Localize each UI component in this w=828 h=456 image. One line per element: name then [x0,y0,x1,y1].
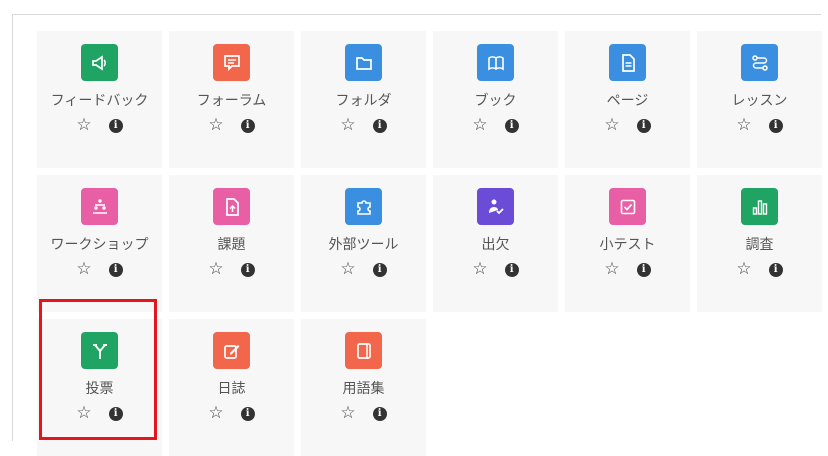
activity-label: 用語集 [342,381,385,397]
star-icon[interactable]: ☆ [76,117,91,134]
info-icon[interactable]: i [636,118,651,133]
assignment-icon [213,188,250,225]
activity-label: 小テスト [599,237,656,253]
puzzle-icon [345,188,382,225]
quiz-icon [609,188,646,225]
activity-label: 投票 [85,381,114,397]
activity-label: ブック [474,93,517,109]
info-icon[interactable]: i [768,262,783,277]
workshop-icon [81,188,118,225]
activity-tile-book[interactable]: ブック ☆ i [433,31,558,168]
activity-tile-forum[interactable]: フォーラム ☆ i [169,31,294,168]
activity-tile-quiz[interactable]: 小テスト ☆ i [565,175,690,312]
star-icon[interactable]: ☆ [76,405,91,422]
info-icon[interactable]: i [240,406,255,421]
activity-label: 日誌 [217,381,246,397]
activity-label: 外部ツール [328,237,399,253]
info-icon[interactable]: i [768,118,783,133]
activity-tile-folder[interactable]: フォルダ ☆ i [301,31,426,168]
activity-tile-assignment[interactable]: 課題 ☆ i [169,175,294,312]
info-icon[interactable]: i [504,118,519,133]
folder-icon [345,44,382,81]
star-icon[interactable]: ☆ [208,261,223,278]
activity-label: ページ [606,93,649,109]
star-icon[interactable]: ☆ [208,405,223,422]
info-icon[interactable]: i [108,118,123,133]
activity-grid: フィードバック ☆ i フォーラム ☆ i フォルダ ☆ i ブック ☆ i ペ… [37,31,822,456]
star-icon[interactable]: ☆ [340,117,355,134]
star-icon[interactable]: ☆ [736,261,751,278]
activity-tile-choice[interactable]: 投票 ☆ i [37,319,162,456]
star-icon[interactable]: ☆ [604,261,619,278]
star-icon[interactable]: ☆ [472,117,487,134]
journal-icon [213,332,250,369]
activity-tile-feedback[interactable]: フィードバック ☆ i [37,31,162,168]
info-icon[interactable]: i [240,262,255,277]
choice-icon [81,332,118,369]
megaphone-icon [81,44,118,81]
activity-tile-journal[interactable]: 日誌 ☆ i [169,319,294,456]
forum-icon [213,44,250,81]
activity-label: フィードバック [50,93,149,109]
star-icon[interactable]: ☆ [76,261,91,278]
activity-chooser-panel: フィードバック ☆ i フォーラム ☆ i フォルダ ☆ i ブック ☆ i ペ… [12,14,822,456]
star-icon[interactable]: ☆ [472,261,487,278]
info-icon[interactable]: i [372,262,387,277]
activity-label: 調査 [745,237,774,253]
star-icon[interactable]: ☆ [208,117,223,134]
activity-label: 課題 [217,237,246,253]
info-icon[interactable]: i [372,118,387,133]
info-icon[interactable]: i [108,406,123,421]
activity-label: レッスン [731,93,788,109]
info-icon[interactable]: i [504,262,519,277]
info-icon[interactable]: i [240,118,255,133]
page-icon [609,44,646,81]
info-icon[interactable]: i [108,262,123,277]
star-icon[interactable]: ☆ [340,261,355,278]
activity-label: 出欠 [481,237,510,253]
activity-tile-page[interactable]: ページ ☆ i [565,31,690,168]
activity-label: ワークショップ [50,237,149,253]
lesson-icon [741,44,778,81]
info-icon[interactable]: i [372,406,387,421]
activity-label: フォーラム [196,93,267,109]
activity-label: フォルダ [335,93,392,109]
activity-tile-external-tool[interactable]: 外部ツール ☆ i [301,175,426,312]
activity-tile-lesson[interactable]: レッスン ☆ i [697,31,822,168]
glossary-icon [345,332,382,369]
attendance-icon [477,188,514,225]
activity-tile-attendance[interactable]: 出欠 ☆ i [433,175,558,312]
book-icon [477,44,514,81]
activity-tile-glossary[interactable]: 用語集 ☆ i [301,319,426,456]
survey-chart-icon [741,188,778,225]
star-icon[interactable]: ☆ [340,405,355,422]
activity-tile-survey[interactable]: 調査 ☆ i [697,175,822,312]
info-icon[interactable]: i [636,262,651,277]
activity-tile-workshop[interactable]: ワークショップ ☆ i [37,175,162,312]
star-icon[interactable]: ☆ [736,117,751,134]
star-icon[interactable]: ☆ [604,117,619,134]
